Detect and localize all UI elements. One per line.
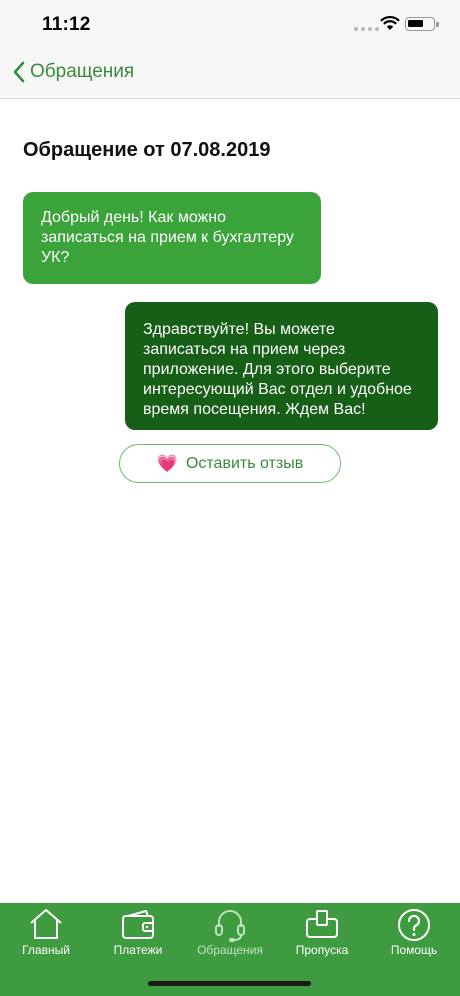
signal-icon — [354, 27, 379, 31]
tab-help-label: Помощь — [390, 943, 438, 957]
heart-icon: 💗 — [156, 454, 178, 473]
home-indicator — [148, 981, 311, 986]
tab-requests[interactable]: Обращения — [184, 903, 276, 973]
back-button[interactable]: Обращения — [12, 60, 134, 84]
chevron-left-icon — [13, 61, 25, 83]
leave-review-button[interactable]: 💗 Оставить отзыв — [119, 444, 341, 483]
battery-icon — [405, 17, 439, 31]
tab-requests-label: Обращения — [197, 943, 263, 957]
wallet-icon — [122, 910, 154, 939]
back-label: Обращения — [30, 61, 135, 82]
tab-home-label: Главный — [22, 943, 70, 957]
outgoing-message: Здравствуйте! Вы можете записаться на пр… — [125, 302, 438, 430]
incoming-message: Добрый день! Как можно записаться на при… — [23, 192, 321, 284]
home-icon — [30, 909, 62, 939]
review-button-label: Оставить отзыв — [185, 454, 304, 472]
status-time: 11:12 — [42, 14, 91, 35]
tab-home[interactable]: Главный — [0, 903, 92, 973]
pass-icon — [306, 910, 338, 938]
tab-help[interactable]: Помощь — [368, 903, 460, 973]
help-icon — [398, 909, 430, 941]
tab-passes[interactable]: Пропуска — [276, 903, 368, 973]
status-bar: 11:12 — [0, 0, 460, 50]
tab-passes-label: Пропуска — [295, 943, 349, 957]
tab-payments[interactable]: Платежи — [92, 903, 184, 973]
wifi-icon — [380, 16, 400, 30]
tab-payments-label: Платежи — [113, 943, 163, 957]
page-title: Обращение от 07.08.2019 — [23, 139, 271, 161]
headset-icon — [215, 910, 245, 942]
nav-bar: Обращения — [0, 50, 460, 99]
